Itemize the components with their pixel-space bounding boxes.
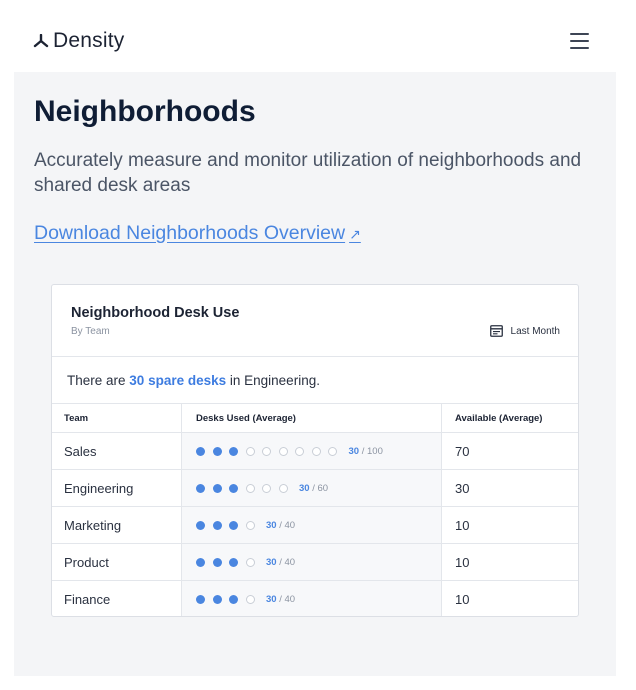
filled-dot xyxy=(196,446,205,456)
table-row: Marketing 30 / 40 10 xyxy=(52,506,578,543)
density-logo[interactable]: Density xyxy=(33,29,124,53)
period-label: Last Month xyxy=(510,325,560,337)
desk-use-card: Neighborhood Desk Use By Team Last Month… xyxy=(51,284,579,617)
usage-dots xyxy=(196,594,262,604)
filled-dot xyxy=(196,594,205,604)
team-name-cell: Engineering xyxy=(64,480,134,496)
available-cell: 10 xyxy=(455,517,470,533)
usage-dots xyxy=(196,557,262,567)
empty-dot xyxy=(278,483,288,493)
page-title: Neighborhoods xyxy=(34,95,256,128)
summary-prefix: There are xyxy=(67,373,126,388)
usage-dots xyxy=(196,446,345,456)
column-header-desks-used: Desks Used (Average) xyxy=(181,404,442,432)
total-count: / 100 xyxy=(361,445,383,457)
filled-dot xyxy=(212,446,222,456)
available-cell: 10 xyxy=(455,591,470,607)
download-link-label: Download Neighborhoods Overview xyxy=(34,222,346,244)
total-count: / 60 xyxy=(312,482,329,494)
filled-dot xyxy=(229,446,238,456)
usage-dots xyxy=(196,520,262,530)
desks-used-cell: 30 / 60 xyxy=(181,470,442,506)
filled-dot xyxy=(196,557,205,567)
hamburger-menu-button[interactable] xyxy=(568,33,592,53)
desks-used-cell: 30 / 40 xyxy=(181,544,442,580)
summary-highlight: 30 spare desks xyxy=(129,373,227,388)
filled-dot xyxy=(229,483,238,493)
empty-dot xyxy=(311,446,321,456)
table-row: Engineering 30 / 60 30 xyxy=(52,469,578,506)
team-name-cell: Finance xyxy=(64,591,111,607)
card-subtitle: By Team xyxy=(71,326,110,337)
filled-dot xyxy=(196,483,205,493)
table-row: Finance 30 / 40 10 xyxy=(52,580,578,616)
table-row: Sales 30 / 100 70 xyxy=(52,432,578,469)
desks-used-cell: 30 / 40 xyxy=(181,507,442,543)
desks-used-cell: 30 / 100 xyxy=(181,433,442,469)
total-count: / 40 xyxy=(279,556,296,568)
filled-dot xyxy=(212,520,222,530)
filled-dot xyxy=(229,594,238,604)
team-name-cell: Sales xyxy=(64,443,97,459)
used-count: 30 xyxy=(266,593,277,605)
usage-ratio: 30 / 40 xyxy=(266,520,295,531)
team-name-cell: Marketing xyxy=(64,517,122,533)
filled-dot xyxy=(229,557,238,567)
usage-ratio: 30 / 40 xyxy=(266,594,295,605)
usage-dots xyxy=(196,483,295,493)
used-count: 30 xyxy=(266,519,277,531)
filled-dot xyxy=(212,594,222,604)
summary-text: There are 30 spare desks in Engineering. xyxy=(67,373,320,388)
hamburger-icon-bar xyxy=(570,33,589,35)
usage-ratio: 30 / 60 xyxy=(299,483,328,494)
density-logo-icon xyxy=(33,34,49,48)
card-header: Neighborhood Desk Use By Team Last Month xyxy=(52,285,578,357)
column-header-available: Available (Average) xyxy=(455,412,543,424)
used-count: 30 xyxy=(299,482,310,494)
calendar-icon xyxy=(489,325,503,337)
card-title: Neighborhood Desk Use xyxy=(71,305,240,321)
filled-dot xyxy=(212,557,222,567)
filled-dot xyxy=(196,520,205,530)
empty-dot xyxy=(295,446,304,456)
hamburger-icon-bar xyxy=(570,47,589,49)
top-header: Density xyxy=(0,0,636,72)
total-count: / 40 xyxy=(279,593,296,605)
empty-dot xyxy=(245,557,255,567)
desk-use-table: Team Desks Used (Average) Available (Ave… xyxy=(52,403,578,616)
available-cell: 10 xyxy=(455,554,470,570)
empty-dot xyxy=(262,446,271,456)
available-cell: 30 xyxy=(455,480,470,496)
desks-used-cell: 30 / 40 xyxy=(181,581,442,616)
column-header-team: Team xyxy=(64,412,89,424)
used-count: 30 xyxy=(266,556,277,568)
page-subtitle: Accurately measure and monitor utilizati… xyxy=(34,150,582,196)
usage-ratio: 30 / 40 xyxy=(266,557,295,568)
main-content: Neighborhoods Accurately measure and mon… xyxy=(14,72,616,676)
table-row: Product 30 / 40 10 xyxy=(52,543,578,580)
filled-dot xyxy=(229,520,238,530)
external-link-icon: ↗ xyxy=(349,226,361,242)
usage-ratio: 30 / 100 xyxy=(349,446,383,457)
period-selector[interactable]: Last Month xyxy=(489,325,560,337)
table-header-row: Team Desks Used (Average) Available (Ave… xyxy=(52,403,578,432)
total-count: / 40 xyxy=(279,519,296,531)
logo-text: Density xyxy=(53,29,125,52)
empty-dot xyxy=(245,520,255,530)
download-overview-link[interactable]: Download Neighborhoods Overview ↗ xyxy=(34,221,361,246)
used-count: 30 xyxy=(348,445,360,457)
available-cell: 70 xyxy=(455,443,470,459)
empty-dot xyxy=(328,446,337,456)
summary-suffix: in Engineering. xyxy=(229,373,320,388)
empty-dot xyxy=(278,446,288,456)
filled-dot xyxy=(212,483,222,493)
empty-dot xyxy=(262,483,271,493)
empty-dot xyxy=(245,483,255,493)
empty-dot xyxy=(245,594,255,604)
hamburger-icon-bar xyxy=(570,40,589,42)
team-name-cell: Product xyxy=(64,554,109,570)
empty-dot xyxy=(245,446,255,456)
